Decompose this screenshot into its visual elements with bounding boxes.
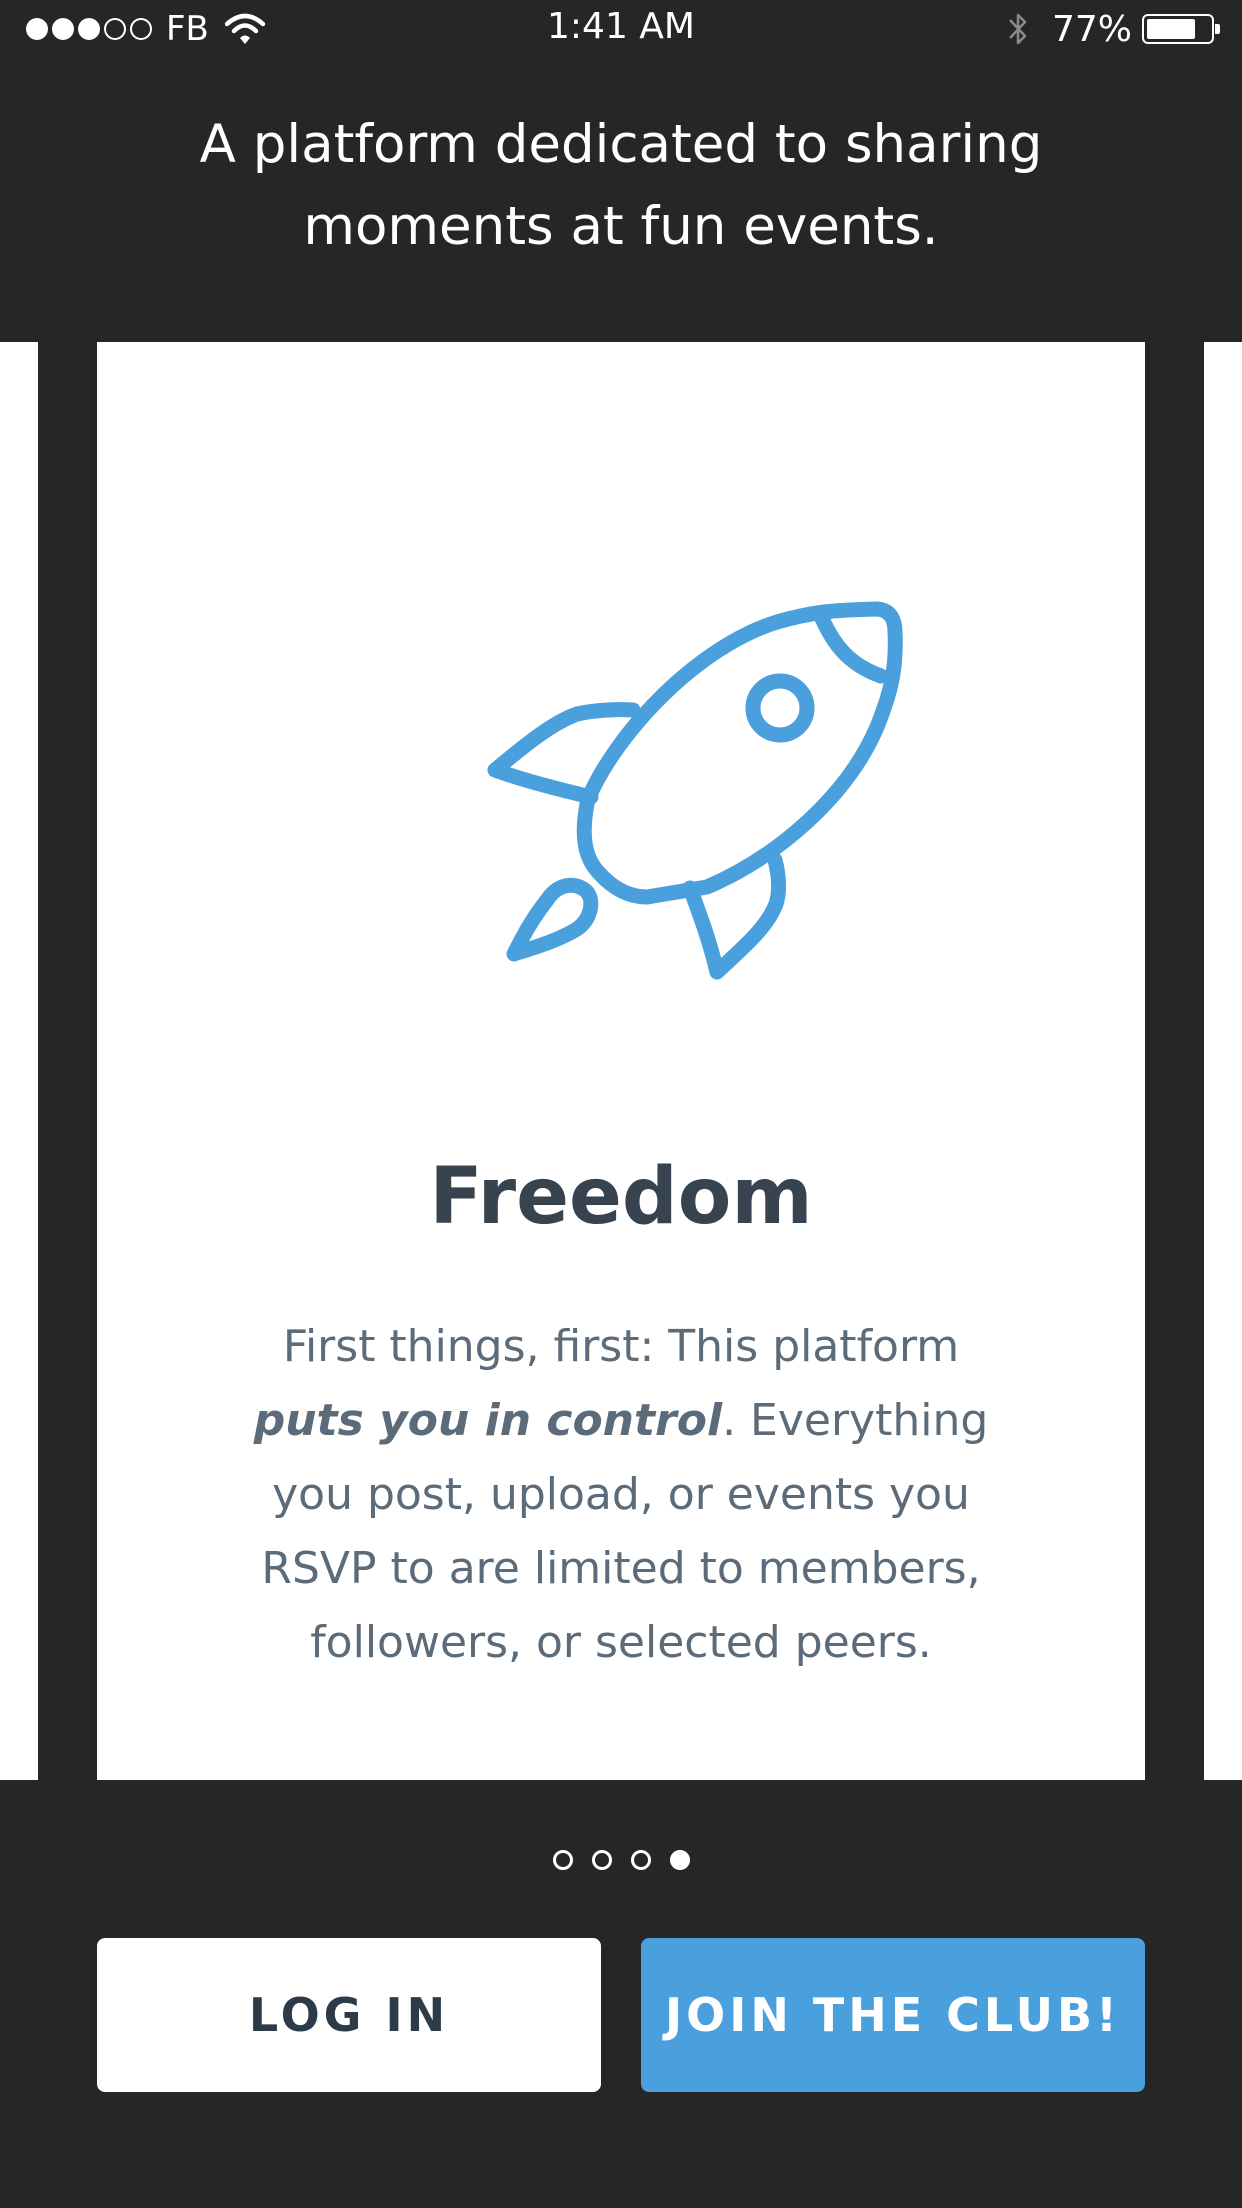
battery-percentage: 77% xyxy=(1051,8,1132,50)
page-dot[interactable] xyxy=(552,1850,573,1870)
status-right: 77% xyxy=(1006,8,1220,50)
log-in-button[interactable]: LOG IN xyxy=(97,1938,601,2092)
page-indicator xyxy=(0,1850,1242,1870)
page-dot[interactable] xyxy=(591,1850,612,1870)
battery-icon xyxy=(1142,14,1220,44)
feature-carousel[interactable]: Freedom First things, first: This platfo… xyxy=(0,342,1242,1780)
card-description: First things, first: This platform puts … xyxy=(227,1310,1015,1680)
rocket-icon xyxy=(487,601,903,980)
card-description-intro: First things, first: This platform xyxy=(282,1321,960,1372)
join-the-club-button[interactable]: JOIN THE CLUB! xyxy=(641,1938,1145,2092)
page-dot[interactable] xyxy=(669,1850,690,1870)
onboarding-screen: FB 1:41 AM 77% A platform dedicated to s… xyxy=(0,0,1242,2208)
feature-card: Freedom First things, first: This platfo… xyxy=(97,342,1145,1780)
battery-fill xyxy=(1147,19,1195,39)
previous-card-peek[interactable] xyxy=(0,342,38,1780)
battery-cap xyxy=(1215,24,1220,34)
header-tagline: A platform dedicated to sharing moments … xyxy=(199,114,1043,257)
status-bar: FB 1:41 AM 77% xyxy=(0,0,1242,58)
bluetooth-icon xyxy=(1009,13,1027,45)
card-title: Freedom xyxy=(429,1152,813,1242)
page-dot[interactable] xyxy=(630,1850,651,1870)
card-description-emphasis: puts you in control xyxy=(253,1395,723,1446)
next-card-peek[interactable] xyxy=(1204,342,1242,1780)
